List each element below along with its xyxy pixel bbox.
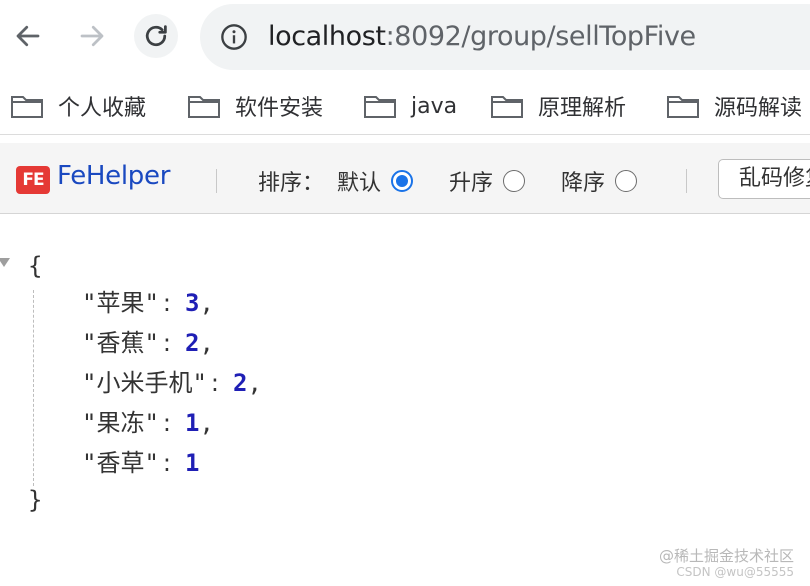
bookmark-folder-favorites[interactable]: 个人收藏	[10, 90, 146, 122]
json-entry: "小米手机":2,	[82, 369, 262, 397]
json-value: 2	[233, 369, 248, 397]
json-value: 1	[185, 449, 200, 477]
toolbar-divider	[216, 169, 217, 193]
json-key: 果冻	[96, 409, 145, 437]
bookmark-label: java	[411, 93, 458, 119]
radio-unchecked-icon[interactable]	[615, 170, 638, 192]
browser-toolbar: localhost:8092/group/sellTopFive	[0, 0, 810, 76]
sort-option-asc[interactable]: 升序	[449, 165, 526, 197]
json-entry: "果冻":1,	[82, 409, 214, 437]
json-value: 2	[185, 329, 200, 357]
address-bar[interactable]: localhost:8092/group/sellTopFive	[200, 4, 810, 70]
forward-button[interactable]	[70, 14, 114, 58]
watermark-line: CSDN @wu@55555	[676, 565, 794, 579]
json-key: 苹果	[96, 289, 145, 317]
sort-label: 排序：	[258, 171, 325, 196]
json-comma: ,	[247, 369, 262, 397]
url-path: :8092/group/sellTopFive	[385, 21, 697, 52]
bookmarks-bar: 个人收藏 软件安装 java 原理解析 源码解读	[0, 78, 810, 135]
bookmark-folder-principles[interactable]: 原理解析	[490, 90, 626, 122]
folder-icon	[364, 96, 396, 118]
bookmark-label: 原理解析	[538, 96, 627, 121]
fehelper-title[interactable]: FeHelper	[57, 161, 170, 191]
back-button[interactable]	[6, 14, 50, 58]
json-entry: "香蕉":2,	[82, 329, 214, 357]
bookmark-label: 源码解读	[714, 96, 803, 121]
json-value: 1	[185, 409, 200, 437]
json-key: 香蕉	[96, 329, 145, 357]
bookmark-folder-software[interactable]: 软件安装	[187, 90, 323, 122]
arrow-left-icon	[16, 25, 40, 47]
sort-option-label: 升序	[449, 171, 494, 196]
sort-option-label: 默认	[337, 171, 382, 196]
json-comma: ,	[199, 289, 214, 317]
sort-option-label: 降序	[561, 171, 606, 196]
json-value: 3	[185, 289, 200, 317]
json-key: 香草	[96, 449, 145, 477]
bookmark-folder-source[interactable]: 源码解读	[666, 90, 802, 122]
reload-icon	[145, 25, 167, 47]
info-icon[interactable]	[220, 23, 248, 51]
reload-button[interactable]	[134, 14, 178, 58]
json-entry: "香草":1	[82, 449, 200, 477]
fehelper-logo-icon: FE	[16, 166, 50, 194]
json-key: 小米手机	[96, 369, 193, 397]
collapse-toggle-icon[interactable]	[0, 258, 10, 267]
arrow-right-icon	[80, 25, 104, 47]
folder-icon	[667, 96, 699, 118]
json-close-brace: }	[28, 486, 43, 514]
folder-icon	[491, 96, 523, 118]
bookmark-label: 软件安装	[235, 96, 324, 121]
indent-guide	[33, 290, 34, 486]
fehelper-toolbar: FE FeHelper 排序： 默认 升序 降序 乱码修复	[0, 143, 810, 214]
bookmark-label: 个人收藏	[58, 96, 147, 121]
watermark: @稀土掘金技术社区 CSDN @wu@55555	[659, 548, 794, 580]
json-entry: "苹果":3,	[82, 289, 214, 317]
folder-icon	[188, 96, 220, 118]
watermark-line: @稀土掘金技术社区	[658, 547, 794, 565]
json-open-brace: {	[28, 252, 43, 280]
json-comma: ,	[199, 329, 214, 357]
radio-checked-icon[interactable]	[391, 170, 414, 192]
url-host: localhost	[268, 21, 386, 52]
url-text[interactable]: localhost:8092/group/sellTopFive	[268, 19, 696, 55]
fix-encoding-button[interactable]: 乱码修复	[718, 159, 810, 199]
json-comma: ,	[199, 409, 214, 437]
sort-option-desc[interactable]: 降序	[561, 165, 638, 197]
browser-window: localhost:8092/group/sellTopFive 个人收藏 软件…	[0, 0, 810, 586]
toolbar-divider	[686, 169, 687, 193]
folder-icon	[11, 96, 43, 118]
sort-option-default[interactable]: 默认	[337, 165, 414, 197]
json-viewer: { "苹果":3, "香蕉":2, "小米手机":2, "果冻":1, "香草"…	[0, 214, 810, 586]
bookmark-folder-java[interactable]: java	[363, 90, 457, 122]
radio-unchecked-icon[interactable]	[503, 170, 526, 192]
